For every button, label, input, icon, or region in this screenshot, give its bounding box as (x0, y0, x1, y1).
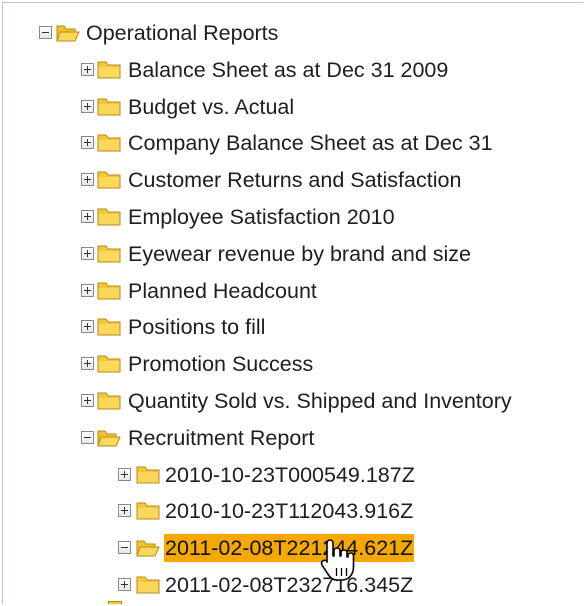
folder-icon (97, 207, 121, 226)
tree-node-balance-sheet-2009[interactable]: Balance Sheet as at Dec 31 2009 (3, 52, 583, 89)
tree-node-label[interactable]: 2010-10-23T000549.187Z (164, 461, 416, 489)
expand-toggle-icon[interactable] (81, 136, 94, 150)
expand-toggle-icon[interactable] (118, 577, 131, 591)
folder-icon (108, 601, 122, 604)
tree-node-employee-satisfaction[interactable]: Employee Satisfaction 2010 (3, 199, 583, 236)
tree-node-company-balance-sheet[interactable]: Company Balance Sheet as at Dec 31 (3, 125, 583, 162)
folder-open-icon (56, 23, 80, 42)
folder-open-icon (97, 428, 121, 447)
folder-icon (136, 501, 160, 520)
expand-toggle-icon[interactable] (118, 504, 131, 518)
tree-node-label[interactable]: Planned Headcount (127, 277, 318, 305)
tree-node-instance[interactable]: 2010-10-23T112043.916Z (3, 493, 583, 530)
tree-node-promotion-success[interactable]: Promotion Success (3, 346, 583, 383)
tree-node-label[interactable]: Quantity Sold vs. Shipped and Inventory (127, 387, 513, 415)
tree-node-recruitment-report[interactable]: Recruitment Report (3, 420, 583, 457)
folder-icon (97, 244, 121, 263)
folder-icon (97, 354, 121, 373)
expand-toggle-icon[interactable] (81, 283, 94, 297)
tree-node-label[interactable]: Operational Reports (85, 19, 279, 47)
tree-node-label[interactable]: Employee Satisfaction 2010 (127, 203, 396, 231)
expand-toggle-icon[interactable] (118, 467, 131, 481)
collapse-toggle-icon[interactable] (118, 541, 131, 555)
tree-node-customer-returns[interactable]: Customer Returns and Satisfaction (3, 162, 583, 199)
folder-icon (97, 281, 121, 300)
tree-node-label[interactable]: Positions to fill (127, 313, 266, 341)
tree-node-label[interactable]: Promotion Success (127, 350, 314, 378)
folder-icon (136, 575, 160, 594)
collapse-toggle-icon[interactable] (39, 26, 52, 39)
expand-toggle-icon[interactable] (81, 357, 94, 371)
tree-node-positions-to-fill[interactable]: Positions to fill (3, 309, 583, 346)
expand-toggle-icon[interactable] (81, 209, 94, 223)
tree-node-label[interactable]: Balance Sheet as at Dec 31 2009 (127, 56, 449, 84)
tree-node-instance[interactable]: 2010-10-23T000549.187Z (3, 457, 583, 494)
tree-node-planned-headcount[interactable]: Planned Headcount (3, 273, 583, 310)
report-tree: Operational Reports Balance Sheet as at … (3, 15, 583, 604)
folder-icon (97, 170, 121, 189)
tree-node-budget-vs-actual[interactable]: Budget vs. Actual (3, 89, 583, 126)
tree-node-instance[interactable]: 2011-02-08T232716.345Z (3, 567, 583, 604)
expand-toggle-icon[interactable] (81, 246, 94, 260)
tree-node-label[interactable]: 2010-10-23T112043.916Z (164, 497, 414, 525)
expand-toggle-icon[interactable] (81, 62, 94, 76)
expand-toggle-icon[interactable] (81, 99, 94, 113)
folder-open-icon (136, 538, 160, 557)
folder-icon (97, 60, 121, 79)
folder-icon (97, 133, 121, 152)
tree-node-label[interactable]: Recruitment Report (127, 424, 315, 452)
tree-node-instance-selected[interactable]: 2011-02-08T221244.621Z (3, 530, 583, 567)
tree-node-label-selected[interactable]: 2011-02-08T221244.621Z (164, 534, 415, 563)
tree-node-operational-reports[interactable]: Operational Reports (3, 15, 583, 52)
tree-node-label[interactable]: Customer Returns and Satisfaction (127, 166, 462, 194)
folder-icon (97, 97, 121, 116)
report-tree-panel: Operational Reports Balance Sheet as at … (2, 2, 583, 604)
tree-node-label[interactable]: Company Balance Sheet as at Dec 31 (127, 129, 494, 157)
tree-node-quantity-sold[interactable]: Quantity Sold vs. Shipped and Inventory (3, 383, 583, 420)
tree-node-label[interactable]: Eyewear revenue by brand and size (127, 240, 472, 268)
expand-toggle-icon[interactable] (81, 393, 94, 407)
folder-icon (97, 391, 121, 410)
tree-node-label[interactable]: 2011-02-08T232716.345Z (164, 571, 414, 599)
folder-icon (97, 317, 121, 336)
tree-node-label[interactable]: Budget vs. Actual (127, 93, 295, 121)
expand-toggle-icon[interactable] (81, 320, 94, 334)
tree-node-eyewear-revenue[interactable]: Eyewear revenue by brand and size (3, 236, 583, 273)
folder-icon (136, 465, 160, 484)
collapse-toggle-icon[interactable] (81, 430, 94, 444)
expand-toggle-icon[interactable] (81, 173, 94, 187)
